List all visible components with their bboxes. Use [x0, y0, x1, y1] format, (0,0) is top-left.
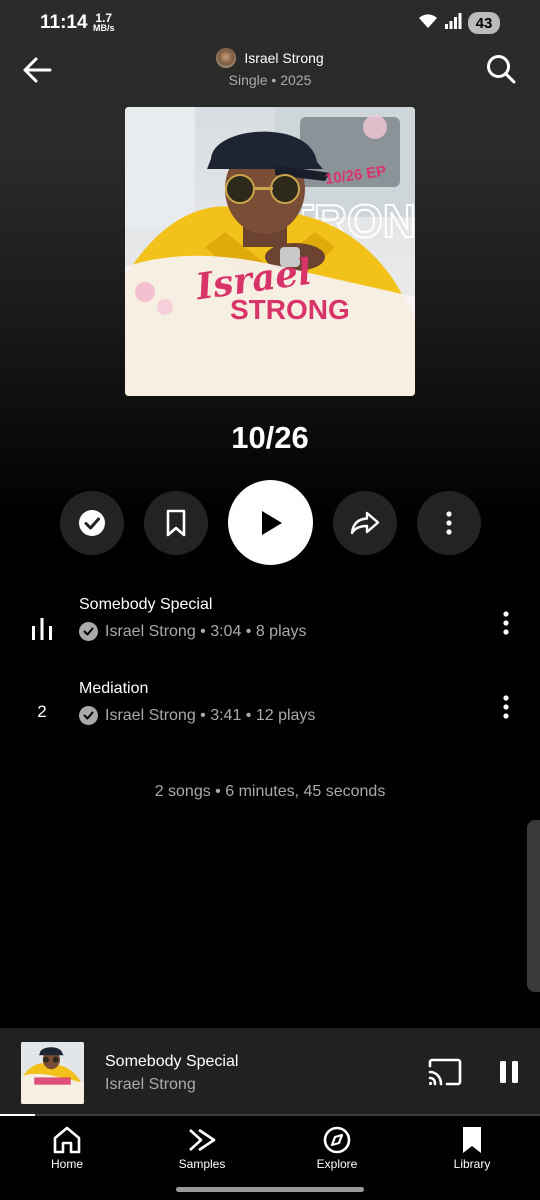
status-bar: 11:14 1.7 MB/s 43 — [0, 0, 540, 44]
album-art: STRONG 10/26 EP Isra — [125, 107, 415, 396]
more-vertical-icon — [503, 611, 509, 635]
network-speed: 1.7 MB/s — [93, 12, 115, 33]
more-vertical-icon — [503, 695, 509, 719]
compass-icon — [323, 1126, 351, 1154]
album-title: 10/26 — [231, 420, 309, 455]
album-summary: 2 songs • 6 minutes, 45 seconds — [154, 783, 386, 800]
track-row[interactable]: Somebody Special Israel Strong • 3:04 • … — [0, 596, 540, 660]
track-more-button[interactable] — [494, 694, 518, 722]
more-options-button[interactable] — [417, 491, 481, 555]
mini-player-title: Somebody Special — [105, 1053, 239, 1070]
samples-icon — [189, 1128, 216, 1152]
saved-button[interactable] — [60, 491, 124, 555]
mini-player[interactable]: Somebody Special Israel Strong — [0, 1028, 540, 1116]
track-meta: Israel Strong • 3:04 • 8 plays — [79, 622, 307, 641]
cast-button[interactable] — [428, 1058, 462, 1086]
track-meta-text: Israel Strong • 3:04 • 8 plays — [105, 622, 307, 640]
bookmark-icon — [166, 509, 186, 537]
nav-home-label: Home — [50, 1157, 83, 1171]
more-vertical-icon — [446, 511, 452, 535]
pause-icon — [500, 1061, 518, 1083]
nav-explore[interactable]: Explore — [292, 1126, 382, 1171]
track-number: 2 — [37, 702, 47, 721]
artist-avatar — [216, 48, 237, 68]
network-speed-unit: MB/s — [93, 23, 115, 33]
track-title: Mediation — [79, 680, 149, 697]
status-time: 11:14 — [40, 12, 88, 33]
track-title: Somebody Special — [79, 596, 213, 613]
nav-home[interactable]: Home — [22, 1126, 112, 1171]
play-button[interactable] — [228, 480, 313, 565]
release-info: Single • 2025 — [228, 72, 312, 88]
action-bar — [0, 480, 540, 566]
gesture-handle — [176, 1187, 364, 1192]
scrollbar-thumb[interactable] — [527, 820, 540, 992]
wifi-icon — [418, 13, 438, 34]
check-circle-icon — [79, 510, 105, 536]
cast-icon — [428, 1058, 462, 1086]
track-more-button[interactable] — [494, 610, 518, 638]
equalizer-icon — [32, 618, 52, 640]
battery-indicator: 43 — [468, 12, 500, 34]
search-button[interactable] — [486, 54, 516, 84]
nav-samples-label: Samples — [178, 1157, 226, 1171]
track-row[interactable]: 2 Mediation Israel Strong • 3:41 • 12 pl… — [0, 680, 540, 744]
header-info: Israel Strong Single • 2025 — [0, 48, 540, 88]
check-circle-icon — [79, 622, 98, 641]
nav-samples[interactable]: Samples — [157, 1126, 247, 1171]
save-to-library-button[interactable] — [144, 491, 208, 555]
artist-name: Israel Strong — [244, 50, 324, 66]
track-meta: Israel Strong • 3:41 • 12 plays — [79, 706, 315, 725]
nav-explore-label: Explore — [316, 1157, 358, 1171]
search-icon — [487, 55, 516, 84]
signal-icon — [444, 12, 462, 34]
nav-library-label: Library — [453, 1157, 491, 1171]
now-playing-indicator — [28, 618, 56, 645]
share-icon — [350, 511, 380, 535]
pause-button[interactable] — [496, 1058, 522, 1086]
artist-link[interactable]: Israel Strong — [0, 48, 540, 68]
play-icon — [261, 510, 282, 535]
track-meta-text: Israel Strong • 3:41 • 12 plays — [105, 706, 316, 724]
mini-player-artist: Israel Strong — [105, 1076, 196, 1093]
home-icon — [53, 1126, 81, 1154]
check-circle-icon — [79, 706, 98, 725]
mini-player-thumbnail — [21, 1042, 84, 1104]
share-button[interactable] — [333, 491, 397, 555]
nav-library[interactable]: Library — [427, 1126, 517, 1171]
library-bookmark-icon — [463, 1127, 481, 1153]
album-art-bold-text: STRONG — [230, 294, 350, 325]
